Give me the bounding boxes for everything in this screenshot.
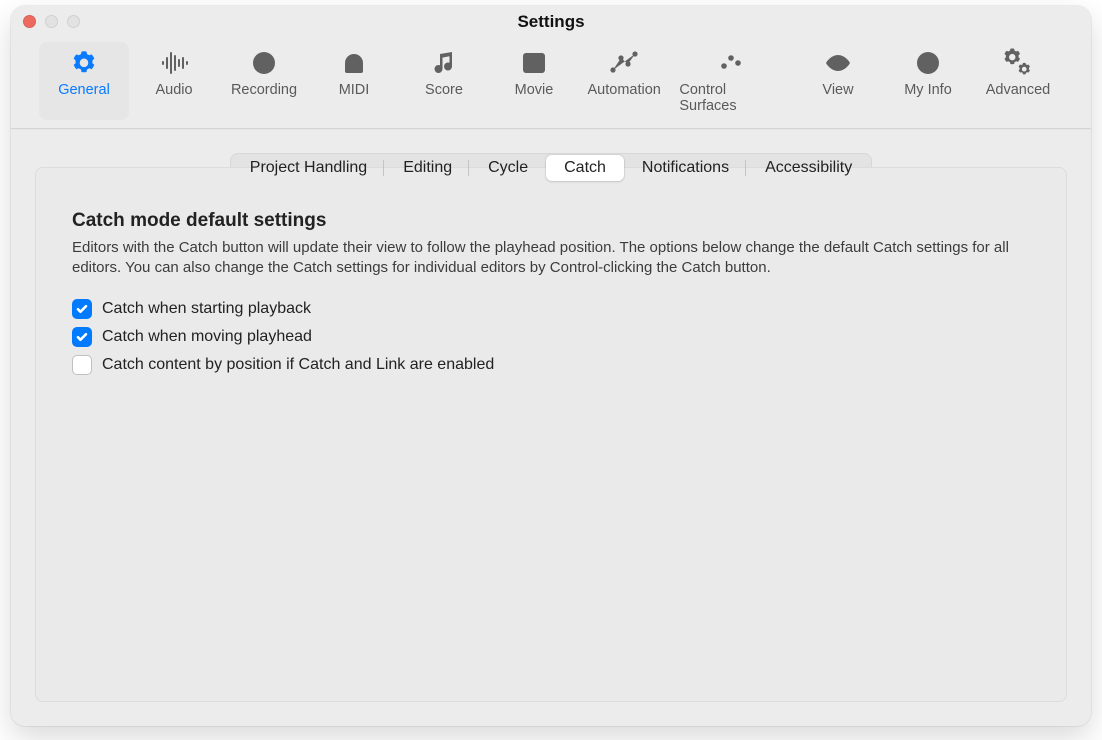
- person-icon: [913, 48, 943, 78]
- notes-icon: [429, 48, 459, 78]
- zoom-window-button[interactable]: [67, 15, 80, 28]
- midi-icon: [339, 48, 369, 78]
- subtab-notifications[interactable]: Notifications: [624, 155, 747, 181]
- general-subtabs: Project HandlingEditingCycleCatchNotific…: [230, 153, 872, 183]
- checkbox-row-catch-content-by-pos: Catch content by position if Catch and L…: [72, 351, 1030, 379]
- toolbar-item-label: My Info: [904, 82, 952, 98]
- toolbar-item-score[interactable]: Score: [399, 42, 489, 120]
- section-description: Editors with the Catch button will updat…: [72, 238, 1030, 279]
- toolbar-item-label: MIDI: [339, 82, 370, 98]
- toolbar-item-label: Audio: [155, 82, 192, 98]
- checkbox-catch-moving-playhead[interactable]: [72, 327, 92, 347]
- close-window-button[interactable]: [23, 15, 36, 28]
- toolbar-item-label: Movie: [515, 82, 554, 98]
- toolbar-item-label: View: [822, 82, 853, 98]
- checkbox-label: Catch when starting playback: [102, 300, 311, 318]
- waveform-icon: [159, 48, 189, 78]
- toolbar-item-label: Score: [425, 82, 463, 98]
- record-icon: [249, 48, 279, 78]
- subtab-project-handling[interactable]: Project Handling: [232, 155, 385, 181]
- toolbar-item-label: Control Surfaces: [679, 82, 783, 114]
- settings-window: Settings General Audio Recording MIDI Score M…: [11, 6, 1091, 726]
- checkbox-row-catch-start-playback: Catch when starting playback: [72, 295, 1030, 323]
- toolbar-item-label: Recording: [231, 82, 297, 98]
- toolbar-item-label: Advanced: [986, 82, 1051, 98]
- toolbar-item-label: General: [58, 82, 110, 98]
- sliders-icon: [716, 48, 746, 78]
- checkbox-catch-content-by-pos[interactable]: [72, 355, 92, 375]
- content-area: Project HandlingEditingCycleCatchNotific…: [11, 129, 1091, 726]
- minimize-window-button[interactable]: [45, 15, 58, 28]
- gear-icon: [69, 48, 99, 78]
- section-title: Catch mode default settings: [72, 210, 1030, 232]
- toolbar-item-advanced[interactable]: Advanced: [973, 42, 1063, 120]
- subtab-catch[interactable]: Catch: [546, 155, 624, 181]
- window-title: Settings: [517, 12, 584, 32]
- subtab-editing[interactable]: Editing: [385, 155, 470, 181]
- checkbox-row-catch-moving-playhead: Catch when moving playhead: [72, 323, 1030, 351]
- gears-icon: [1003, 48, 1033, 78]
- toolbar-item-control-surfaces[interactable]: Control Surfaces: [669, 42, 793, 120]
- toolbar-item-movie[interactable]: Movie: [489, 42, 579, 120]
- eye-icon: [823, 48, 853, 78]
- toolbar-item-automation[interactable]: Automation: [579, 42, 669, 120]
- checkbox-label: Catch when moving playhead: [102, 328, 312, 346]
- settings-toolbar: General Audio Recording MIDI Score Movie Autom…: [11, 38, 1091, 129]
- checkbox-label: Catch content by position if Catch and L…: [102, 356, 494, 374]
- titlebar: Settings: [11, 6, 1091, 38]
- toolbar-item-general[interactable]: General: [39, 42, 129, 120]
- automation-icon: [609, 48, 639, 78]
- subtab-accessibility[interactable]: Accessibility: [747, 155, 870, 181]
- film-icon: [519, 48, 549, 78]
- catch-panel: Catch mode default settings Editors with…: [35, 167, 1067, 702]
- subtab-cycle[interactable]: Cycle: [470, 155, 546, 181]
- toolbar-item-label: Automation: [588, 82, 661, 98]
- toolbar-item-recording[interactable]: Recording: [219, 42, 309, 120]
- checkbox-list: Catch when starting playback Catch when m…: [72, 295, 1030, 379]
- toolbar-item-midi[interactable]: MIDI: [309, 42, 399, 120]
- toolbar-item-audio[interactable]: Audio: [129, 42, 219, 120]
- toolbar-item-view[interactable]: View: [793, 42, 883, 120]
- checkbox-catch-start-playback[interactable]: [72, 299, 92, 319]
- window-controls: [23, 15, 80, 28]
- toolbar-item-my-info[interactable]: My Info: [883, 42, 973, 120]
